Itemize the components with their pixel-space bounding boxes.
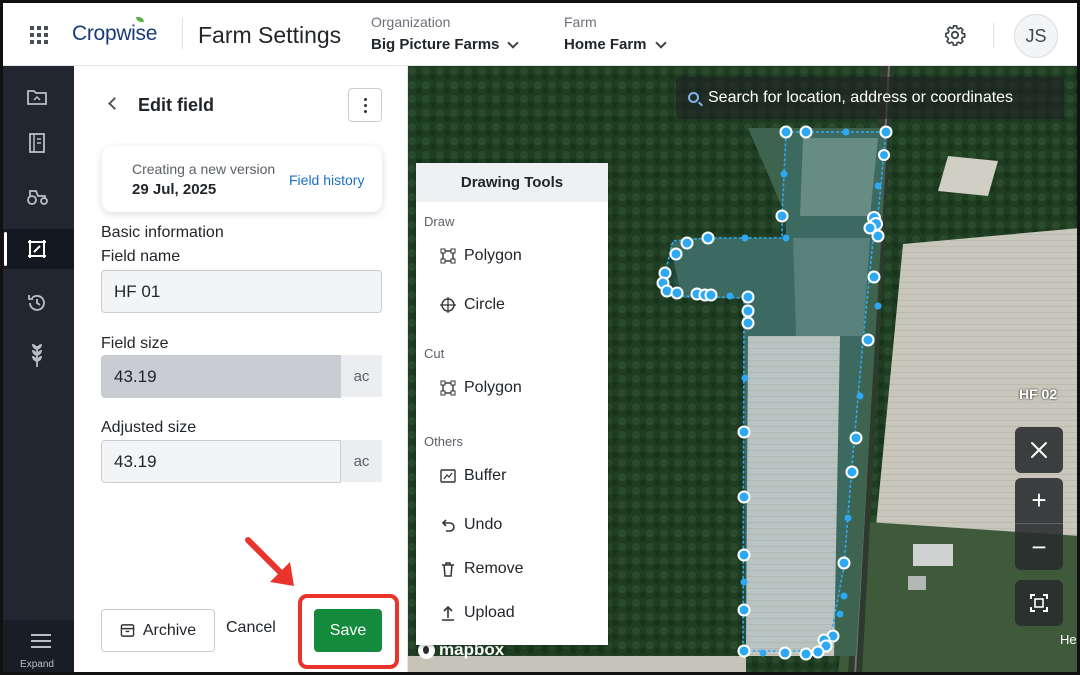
upload-tool[interactable]: Upload (440, 604, 515, 622)
farm-value: Home Farm (564, 36, 647, 53)
location-search-input[interactable]: Search for location, address or coordina… (676, 77, 1064, 119)
farm-label: Farm (564, 14, 597, 30)
archive-icon (120, 624, 135, 637)
zoom-out-button[interactable]: − (1015, 524, 1063, 570)
nav-item-tractor[interactable] (0, 177, 74, 217)
chevron-down-icon (654, 36, 667, 49)
zoom-in-button[interactable]: + (1015, 478, 1063, 524)
organization-value: Big Picture Farms (371, 36, 500, 53)
expand-nav-button[interactable]: Expand (0, 620, 74, 675)
top-bar: Cropwise Farm Settings Organization Big … (0, 0, 1080, 66)
nav-item-history[interactable] (0, 283, 74, 323)
user-avatar[interactable]: JS (1014, 14, 1058, 58)
measure-tool-button[interactable] (1015, 427, 1063, 473)
fit-bounds-button[interactable] (1015, 580, 1063, 626)
app-title: Farm Settings (198, 22, 342, 48)
draw-circle-tool[interactable]: Circle (440, 296, 505, 314)
undo-tool[interactable]: Undo (440, 516, 502, 534)
field-history-link[interactable]: Field history (289, 172, 364, 188)
measure-icon (1031, 442, 1047, 458)
cut-polygon-label: Polygon (464, 379, 522, 396)
upload-icon (442, 605, 454, 621)
cropwise-logo[interactable]: Cropwise (72, 22, 157, 46)
field-label-hf02[interactable]: HF 02 (1019, 386, 1057, 402)
draw-group-label: Draw (424, 214, 455, 229)
adjusted-size-unit: ac (341, 440, 382, 482)
chevron-down-icon (507, 36, 520, 49)
undo-icon (441, 519, 455, 532)
header-divider (993, 22, 994, 48)
search-placeholder: Search for location, address or coordina… (708, 89, 1014, 106)
cut-group-label: Cut (424, 346, 445, 361)
folder-icon (27, 90, 47, 105)
app-launcher-icon[interactable] (30, 26, 48, 44)
hamburger-icon (31, 634, 51, 652)
more-options-button[interactable] (348, 88, 382, 122)
left-navigation: Expand (0, 66, 74, 675)
map-edge-label: Her (1060, 632, 1080, 647)
field-name-input[interactable]: HF 01 (101, 270, 382, 313)
search-icon (688, 92, 699, 103)
undo-label: Undo (464, 516, 503, 533)
remove-label: Remove (464, 560, 524, 577)
header-divider (182, 18, 183, 50)
field-size-input: 43.19 (101, 355, 341, 398)
draw-polygon-tool[interactable]: Polygon (440, 247, 522, 265)
trash-icon (442, 562, 454, 577)
drawing-tools-title: Drawing Tools (416, 163, 608, 202)
nav-item-book[interactable] (0, 123, 74, 163)
draw-circle-label: Circle (464, 296, 505, 313)
cut-polygon-tool[interactable]: Polygon (440, 379, 522, 397)
tractor-icon (27, 190, 48, 205)
adjusted-size-input[interactable]: 43.19 (101, 440, 341, 483)
draw-polygon-label: Polygon (464, 247, 522, 264)
buffer-label: Buffer (464, 467, 507, 484)
book-icon (29, 133, 45, 153)
nav-item-folder[interactable] (0, 77, 74, 117)
field-edit-icon (28, 240, 46, 258)
field-name-label: Field name (101, 248, 181, 265)
polygon-icon (440, 248, 456, 264)
expand-label: Expand (20, 659, 54, 670)
gear-icon[interactable] (944, 24, 966, 46)
field-size-unit: ac (341, 355, 382, 397)
basic-info-heading: Basic information (101, 224, 224, 241)
nav-item-crop[interactable] (0, 335, 74, 375)
buffer-icon (440, 469, 456, 483)
circle-icon (440, 297, 456, 313)
field-size-label: Field size (101, 335, 169, 352)
version-card: Creating a new version 29 Jul, 2025 Fiel… (102, 146, 382, 212)
organization-label: Organization (371, 14, 451, 30)
adjusted-size-label: Adjusted size (101, 419, 197, 436)
buffer-tool[interactable]: Buffer (440, 467, 506, 485)
zoom-controls: + − (1015, 478, 1063, 570)
nav-item-field-edit[interactable] (0, 229, 74, 269)
crop-icon (32, 344, 42, 367)
history-icon (28, 295, 45, 311)
drawing-tools-panel: Drawing Tools Draw Polygon Circle Cut Po… (416, 163, 608, 645)
panel-title: Edit field (138, 95, 214, 115)
version-label: Creating a new version (132, 161, 276, 177)
fit-screen-icon (1030, 594, 1048, 612)
version-date: 29 Jul, 2025 (132, 181, 217, 198)
upload-label: Upload (464, 604, 515, 621)
back-arrow-icon[interactable] (108, 97, 121, 110)
annotation-arrow-icon (245, 537, 294, 586)
organization-selector[interactable]: Big Picture Farms (371, 36, 520, 53)
archive-button[interactable]: Archive (101, 609, 215, 652)
save-highlight-box (298, 594, 399, 669)
remove-tool[interactable]: Remove (440, 560, 524, 578)
polygon-icon (440, 380, 456, 396)
others-group-label: Others (424, 434, 464, 449)
cancel-button[interactable]: Cancel (226, 619, 276, 637)
farm-selector[interactable]: Home Farm (564, 36, 667, 53)
archive-label: Archive (142, 621, 197, 639)
